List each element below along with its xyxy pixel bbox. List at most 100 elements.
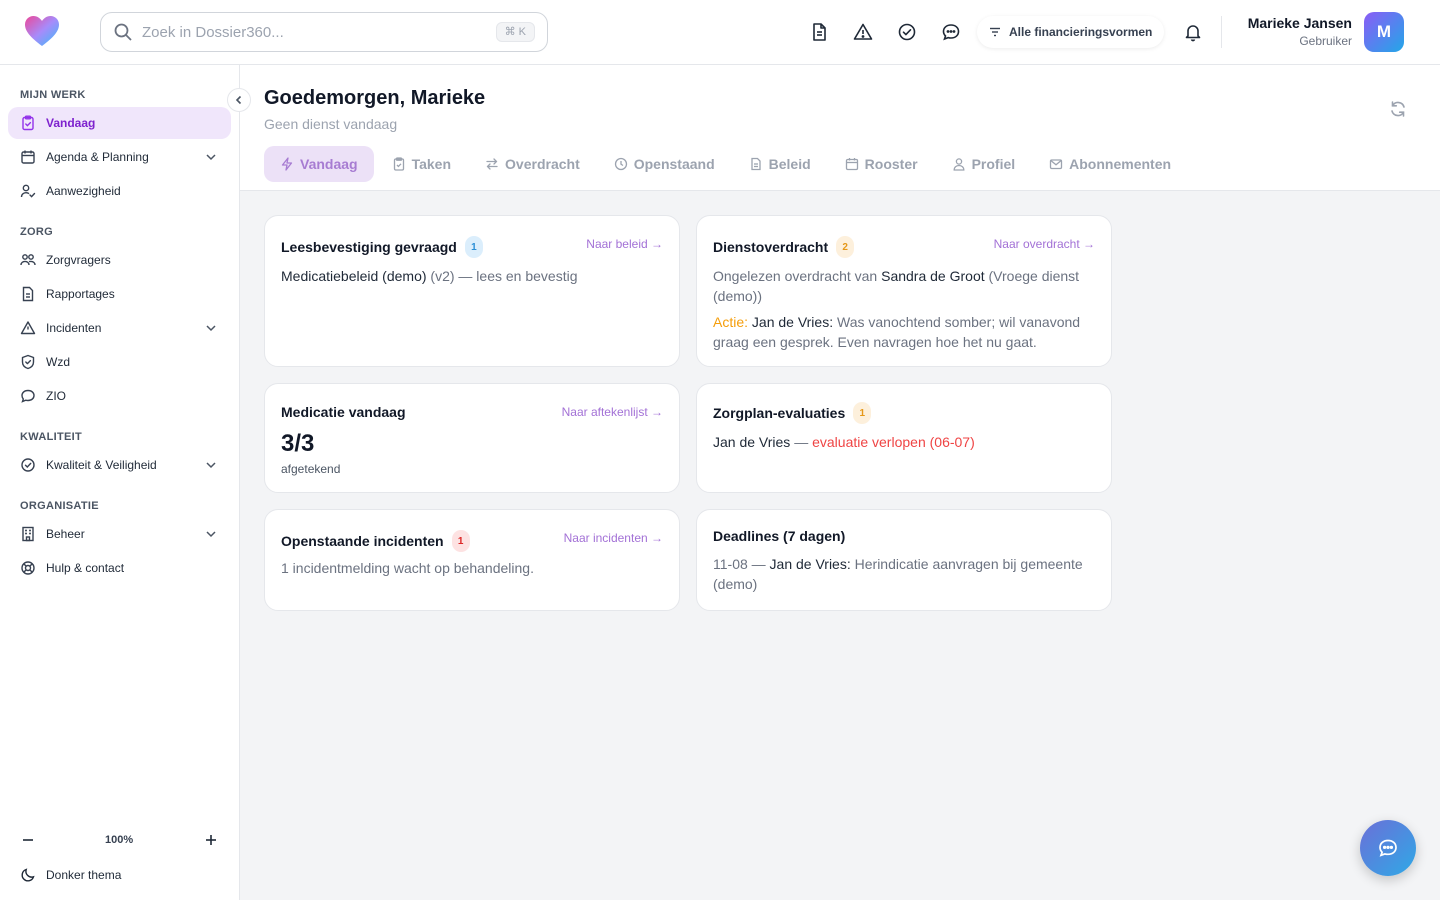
warning-icon [20, 321, 36, 335]
user-icon [953, 158, 965, 171]
sidebar-collapse-button[interactable] [227, 88, 251, 112]
page-title: Goedemorgen, Marieke [264, 87, 486, 109]
zoom-out-icon[interactable] [20, 832, 36, 848]
handover-action[interactable]: Actie: Jan de Vries: Was vanochtend somb… [713, 312, 1095, 352]
users-icon [20, 254, 36, 266]
chevron-down-icon[interactable] [203, 149, 219, 165]
clipboard-icon [393, 157, 404, 171]
tab-label: Rooster [864, 156, 918, 172]
page-subtitle: Geen dienst vandaag [264, 116, 398, 132]
tab-beleid[interactable]: Beleid [733, 146, 827, 182]
filter-icon [990, 27, 1000, 37]
sidebar-item-label: Rapportages [46, 287, 115, 301]
sidebar-item-zorgvragers[interactable]: Zorgvragers [8, 244, 231, 276]
calendar-icon [845, 158, 858, 171]
sidebar-item-wzd[interactable]: Wzd [8, 346, 231, 378]
check-circle-icon [21, 458, 35, 472]
action-label: Actie: [713, 314, 749, 330]
tab-label: Taken [411, 156, 452, 172]
bell-icon[interactable] [1183, 22, 1203, 42]
naar-beleid-link[interactable]: Naar beleid → [586, 237, 663, 251]
chat-icon[interactable] [941, 22, 961, 42]
card-zorgplan-evaluaties: Zorgplan-evaluaties 1 Jan de Vries — eva… [696, 383, 1112, 493]
handover-prefix: Ongelezen overdracht van [713, 268, 882, 284]
naar-overdracht-link[interactable]: Naar overdracht → [994, 237, 1095, 251]
card-title: Deadlines (7 dagen) [713, 528, 845, 544]
card-title-text: Medicatie vandaag [281, 404, 406, 420]
tab-taken[interactable]: Taken [376, 146, 467, 182]
search-box[interactable]: Zoek in Dossier360... ⌘ K [100, 12, 548, 52]
tab-rooster[interactable]: Rooster [829, 146, 934, 182]
zoom-in-icon[interactable] [203, 832, 219, 848]
client-name: Jan de Vries [713, 434, 791, 450]
search-placeholder: Zoek in Dossier360... [142, 24, 284, 41]
refresh-icon[interactable] [1388, 99, 1408, 119]
tab-overdracht[interactable]: Overdracht [469, 146, 596, 182]
section-mijn-werk: MIJN WERK [20, 89, 86, 101]
document-icon[interactable] [809, 22, 829, 42]
card-title: Leesbevestiging gevraagd 1 [281, 236, 483, 258]
financing-filter-button[interactable]: Alle financieringsvormen [977, 16, 1165, 48]
deadline-client: Jan de Vries: [769, 556, 851, 572]
chevron-down-icon[interactable] [203, 320, 219, 336]
deadline-item[interactable]: 11-08 — Jan de Vries: Herindicatie aanvr… [713, 554, 1095, 594]
tab-abonnementen[interactable]: Abonnementen [1033, 146, 1187, 182]
sidebar-item-vandaag[interactable]: Vandaag [8, 107, 231, 139]
policy-document-name[interactable]: Medicatiebeleid (demo) [281, 268, 427, 284]
sidebar-item-zio[interactable]: ZIO [8, 380, 231, 412]
card-title-text: Zorgplan-evaluaties [713, 405, 846, 421]
medication-caption: afgetekend [281, 462, 341, 476]
shield-check-icon [21, 354, 35, 370]
sidebar-item-aanwezigheid[interactable]: Aanwezigheid [8, 175, 231, 207]
check-circle-icon[interactable] [897, 22, 917, 42]
clipboard-icon [22, 115, 34, 131]
card-title: Dienstoverdracht 2 [713, 236, 855, 258]
swap-arrows-icon [486, 158, 498, 170]
sidebar-item-kwaliteit[interactable]: Kwaliteit & Veiligheid [8, 449, 231, 481]
search-shortcut-badge: ⌘ K [495, 22, 535, 42]
sidebar-item-beheer[interactable]: Beheer [8, 518, 231, 550]
building-icon [22, 526, 34, 542]
sidebar-item-label: Aanwezigheid [46, 184, 121, 198]
chevron-left-icon [235, 95, 242, 105]
chevron-down-icon[interactable] [203, 457, 219, 473]
sidebar-item-agenda[interactable]: Agenda & Planning [8, 141, 231, 173]
lifebuoy-icon [21, 561, 35, 575]
sidebar-item-incidenten[interactable]: Incidenten [8, 312, 231, 344]
section-zorg: ZORG [20, 226, 53, 238]
deadline-date: 11-08 — [713, 556, 770, 572]
card-title-text: Leesbevestiging gevraagd [281, 239, 457, 255]
count-badge: 2 [836, 236, 855, 258]
user-name[interactable]: Marieke Jansen [1248, 15, 1352, 31]
tab-profiel[interactable]: Profiel [936, 146, 1032, 182]
handover-author: Sandra de Groot [881, 268, 985, 284]
dark-theme-toggle[interactable]: Donker thema [20, 867, 121, 883]
action-client: Jan de Vries: [748, 314, 834, 330]
clock-icon [614, 157, 627, 171]
naar-aftekenlijst-link[interactable]: Naar aftekenlijst → [562, 405, 663, 419]
warning-icon[interactable] [853, 22, 873, 42]
section-kwaliteit: KWALITEIT [20, 431, 82, 443]
sidebar-item-label: Zorgvragers [46, 253, 111, 267]
chevron-down-icon[interactable] [203, 526, 219, 542]
financing-filter-label: Alle financieringsvormen [1009, 25, 1153, 39]
user-check-icon [20, 184, 36, 198]
sidebar-item-label: Beheer [46, 527, 85, 541]
card-title-text: Deadlines (7 dagen) [713, 528, 846, 544]
tab-vandaag[interactable]: Vandaag [264, 146, 374, 182]
evaluation-item[interactable]: Jan de Vries — evaluatie verlopen (06-07… [713, 432, 1095, 452]
sidebar-item-hulp[interactable]: Hulp & contact [8, 552, 231, 584]
chat-icon [1379, 839, 1397, 857]
chat-fab-button[interactable] [1360, 820, 1416, 876]
user-role: Gebruiker [1299, 34, 1352, 48]
count-badge: 1 [464, 236, 483, 258]
sidebar-item-label: Agenda & Planning [46, 150, 149, 164]
avatar[interactable]: M [1364, 12, 1404, 52]
logo-heart-icon[interactable] [24, 14, 60, 50]
count-badge: 1 [853, 402, 872, 424]
naar-incidenten-link[interactable]: Naar incidenten → [564, 531, 663, 545]
sidebar-item-rapportages[interactable]: Rapportages [8, 278, 231, 310]
document-icon [22, 286, 34, 302]
tab-bar: Vandaag Taken Overdracht Openstaand Bele… [264, 146, 1189, 182]
tab-openstaand[interactable]: Openstaand [598, 146, 731, 182]
